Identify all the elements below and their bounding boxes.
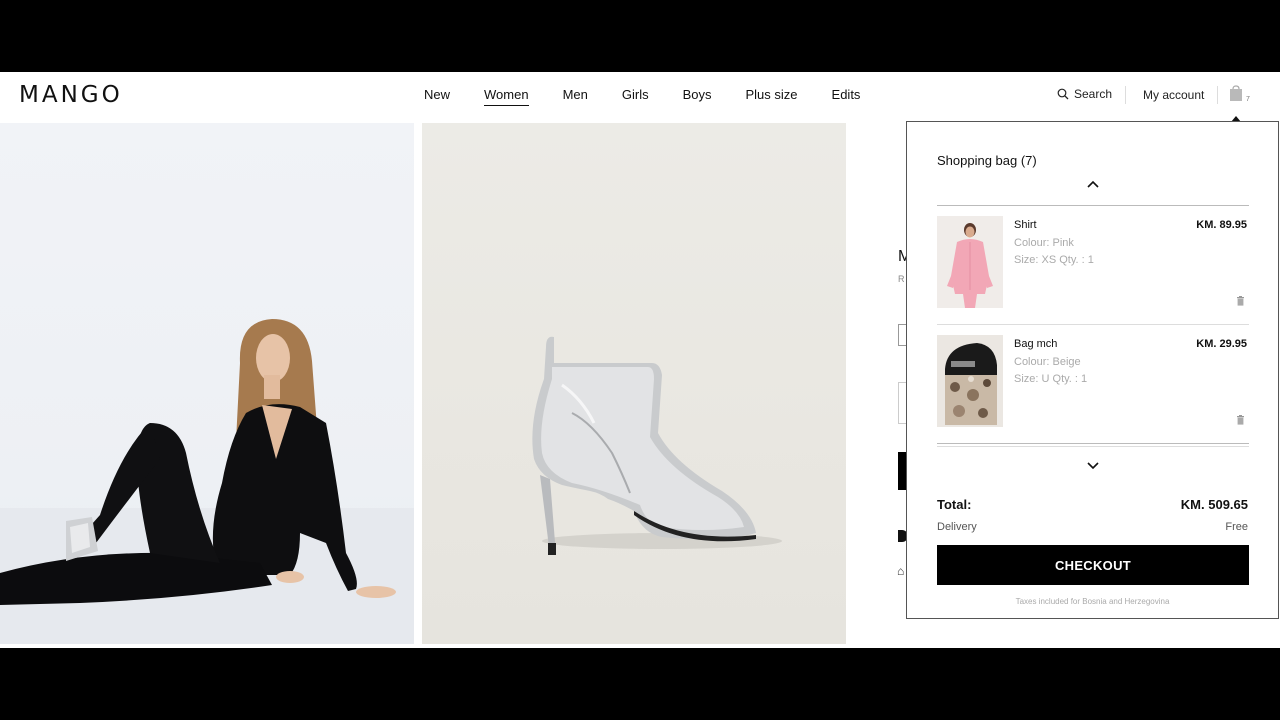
boot-photo[interactable] <box>422 123 846 644</box>
delivery-value: Free <box>1225 521 1248 533</box>
nav-women[interactable]: Women <box>484 87 529 106</box>
shopping-bag-icon[interactable] <box>1229 85 1243 107</box>
item-size-qty: Size: XS Qty. : 1 <box>1014 254 1094 266</box>
chevron-down-icon[interactable] <box>1086 460 1100 470</box>
trash-icon[interactable] <box>1236 415 1245 425</box>
my-account-link[interactable]: My account <box>1143 88 1204 102</box>
item-price: KM. 29.95 <box>1196 338 1247 350</box>
nav-edits[interactable]: Edits <box>832 87 861 106</box>
nav-new[interactable]: New <box>424 87 450 106</box>
bag-item[interactable]: Bag mch Colour: Beige Size: U Qty. : 1 K… <box>937 335 1249 427</box>
item-price: KM. 89.95 <box>1196 219 1247 231</box>
bag-item[interactable]: Shirt Colour: Pink Size: XS Qty. : 1 KM.… <box>937 216 1249 308</box>
header-divider <box>1217 86 1218 104</box>
tshirt-icon[interactable]: ⌂ <box>897 564 904 578</box>
shopping-bag-title: Shopping bag (7) <box>937 153 1037 168</box>
divider <box>937 324 1249 325</box>
search-icon <box>1057 88 1069 100</box>
item-thumbnail[interactable] <box>937 216 1003 308</box>
nav-men[interactable]: Men <box>563 87 588 106</box>
item-name[interactable]: Bag mch <box>1014 338 1057 350</box>
total-value: KM. 509.65 <box>1180 497 1248 512</box>
main-nav: New Women Men Girls Boys Plus size Edits <box>424 87 894 106</box>
header-divider <box>1125 86 1126 104</box>
product-ref-fragment: R <box>898 274 905 284</box>
search-button[interactable]: Search <box>1057 87 1112 101</box>
item-size-qty: Size: U Qty. : 1 <box>1014 373 1088 385</box>
checkout-button[interactable]: CHECKOUT <box>937 545 1249 585</box>
divider <box>937 446 1249 447</box>
total-label: Total: <box>937 497 972 512</box>
mango-logo[interactable]: MANGO <box>19 82 123 108</box>
site-header: MANGO New Women Men Girls Boys Plus size… <box>0 72 1280 122</box>
nav-girls[interactable]: Girls <box>622 87 649 106</box>
trash-icon[interactable] <box>1236 296 1245 306</box>
divider <box>937 443 1249 444</box>
nav-plus-size[interactable]: Plus size <box>746 87 798 106</box>
delivery-label: Delivery <box>937 521 977 533</box>
model-photo[interactable] <box>0 123 414 644</box>
nav-boys[interactable]: Boys <box>683 87 712 106</box>
item-colour: Colour: Pink <box>1014 237 1074 249</box>
shopping-bag-panel: Shopping bag (7) Shirt Colour: Pink Size <box>906 121 1279 619</box>
item-name[interactable]: Shirt <box>1014 219 1037 231</box>
taxes-note: Taxes included for Bosnia and Herzegovin… <box>1015 597 1170 606</box>
page-frame: MANGO New Women Men Girls Boys Plus size… <box>0 72 1280 648</box>
search-label: Search <box>1074 87 1113 101</box>
item-thumbnail[interactable] <box>937 335 1003 427</box>
bag-count-badge: 7 <box>1246 96 1250 103</box>
item-colour: Colour: Beige <box>1014 356 1081 368</box>
chevron-up-icon[interactable] <box>1086 180 1100 190</box>
divider <box>937 205 1249 206</box>
